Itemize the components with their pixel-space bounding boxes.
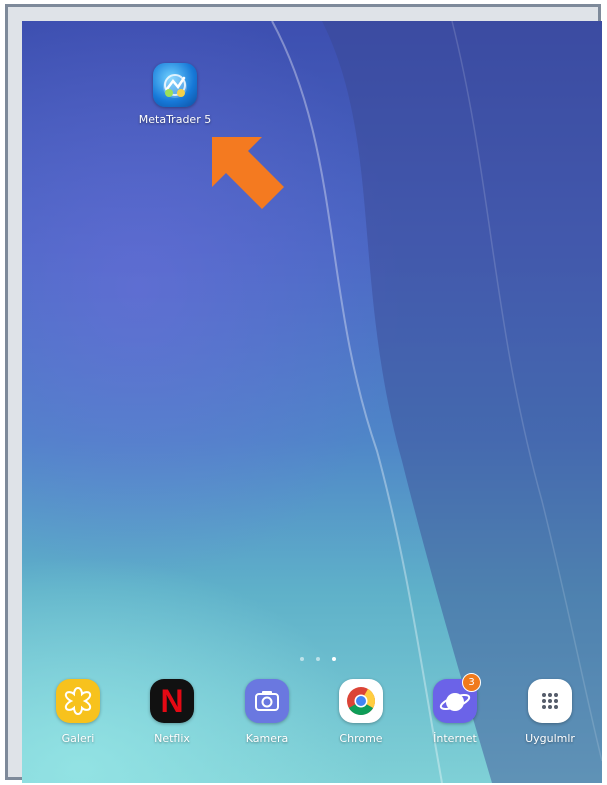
kamera-label: Kamera [245, 732, 289, 745]
dock-app-internet[interactable]: 3 İnternet [415, 673, 495, 745]
orange-arrow-pointer [212, 137, 284, 209]
dock-app-kamera[interactable]: Kamera [227, 679, 307, 745]
app-dock: Galeri N Netflix Kamera Chrome 3 İnterne… [22, 673, 602, 769]
home-screen: MetaTrader 5 Galeri N Netflix Kamera Chr… [22, 21, 602, 783]
gallery-icon [56, 679, 100, 723]
netflix-label: Netflix [154, 732, 190, 745]
metatrader5-icon [153, 63, 197, 107]
device-frame: MetaTrader 5 Galeri N Netflix Kamera Chr… [5, 4, 602, 783]
uygulmlr-label: Uygulmlr [525, 732, 575, 745]
dock-app-chrome[interactable]: Chrome [321, 679, 401, 745]
dock-app-galeri[interactable]: Galeri [38, 679, 118, 745]
dock-app-drawer[interactable]: Uygulmlr [510, 679, 590, 745]
internet-browser-icon: 3 [433, 673, 481, 723]
galeri-label: Galeri [61, 732, 95, 745]
chrome-icon [339, 679, 383, 723]
wallpaper-wave [271, 21, 602, 783]
camera-icon [245, 679, 289, 723]
netflix-icon: N [150, 679, 194, 723]
netflix-logo-letter: N [160, 683, 184, 719]
chrome-label: Chrome [339, 732, 383, 745]
notification-badge: 3 [462, 673, 481, 692]
dock-app-netflix[interactable]: N Netflix [132, 679, 212, 745]
metatrader5-label: MetaTrader 5 [138, 113, 212, 126]
app-drawer-icon [528, 679, 572, 723]
page-indicator [292, 657, 352, 665]
internet-label: İnternet [433, 732, 477, 745]
metatrader5-shortcut[interactable]: MetaTrader 5 [130, 63, 220, 126]
